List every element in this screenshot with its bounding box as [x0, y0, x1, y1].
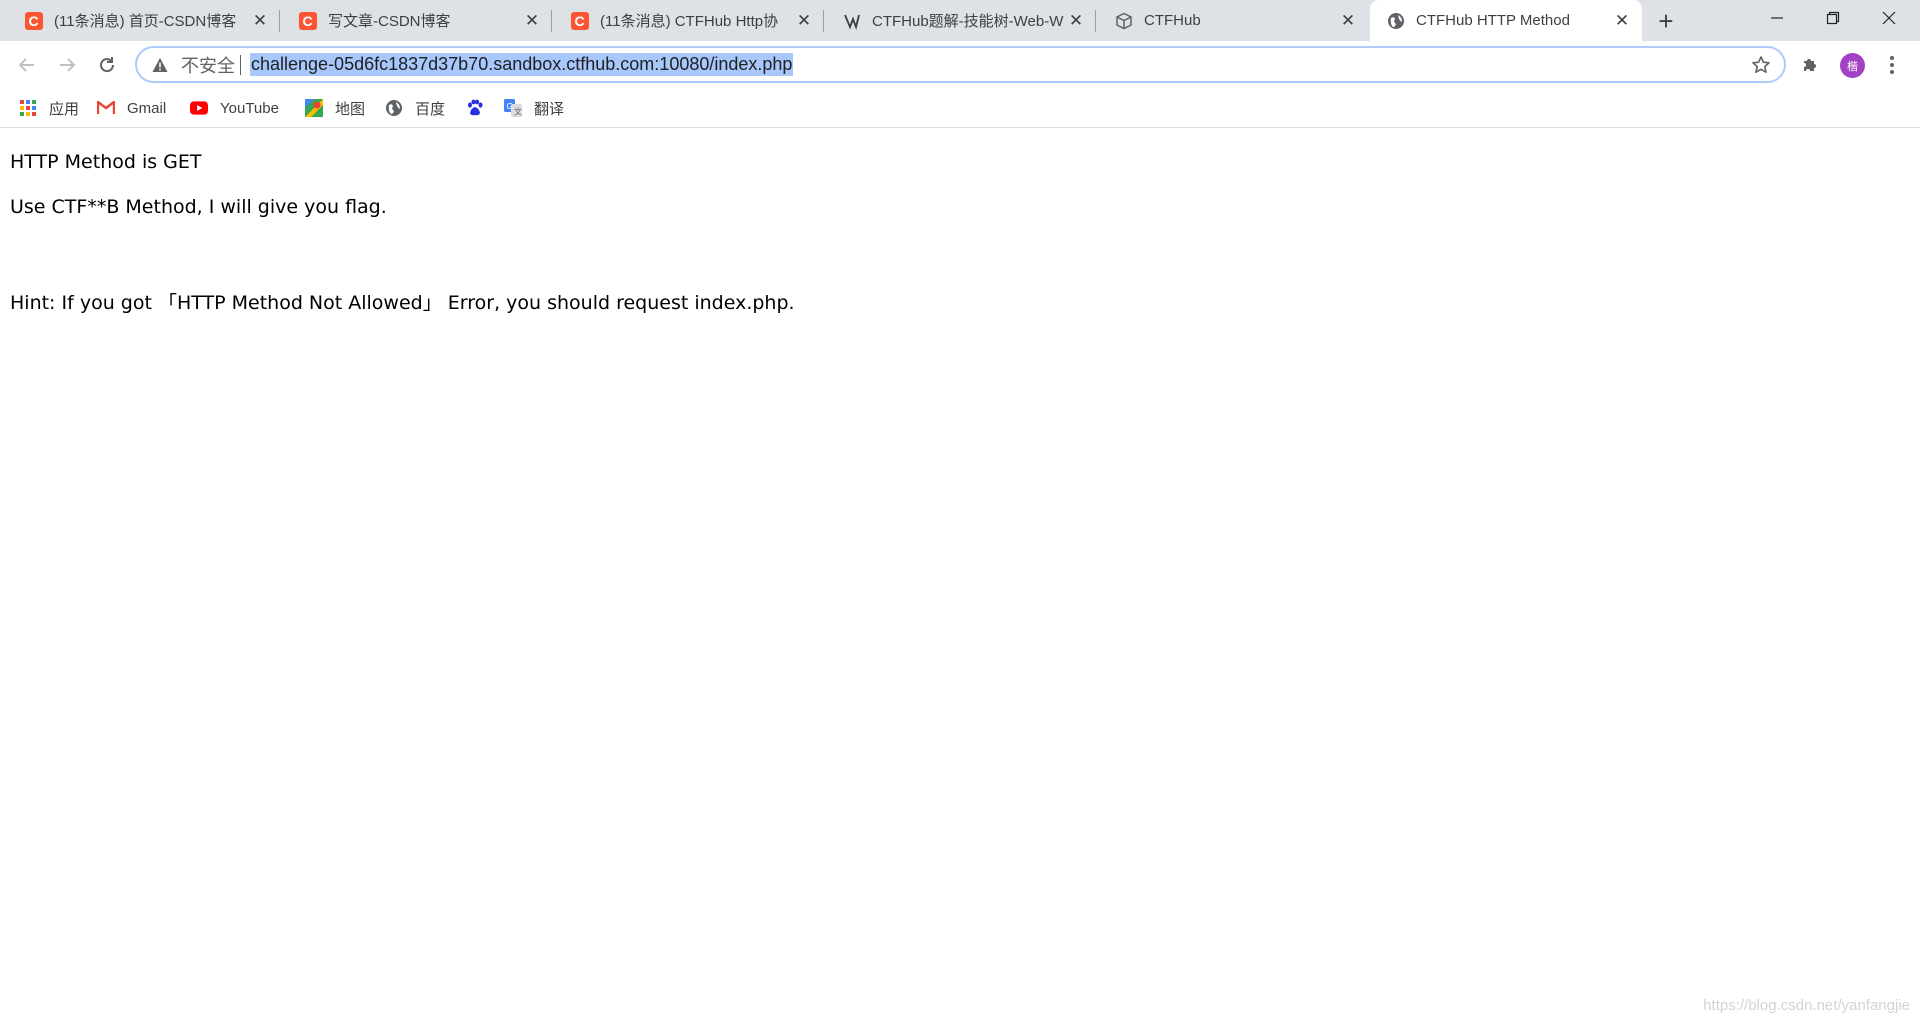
kebab-menu-icon — [1890, 56, 1894, 74]
reload-button[interactable] — [91, 49, 123, 81]
csdn-icon: C — [570, 11, 589, 30]
svg-text:文: 文 — [514, 107, 522, 117]
tab-csdn-write[interactable]: C 写文章-CSDN博客 ✕ — [280, 0, 552, 41]
close-icon[interactable]: ✕ — [1612, 11, 1632, 31]
forward-button[interactable] — [51, 49, 83, 81]
tab-ctfhub-http-method[interactable]: CTFHub HTTP Method ✕ — [1370, 0, 1642, 41]
tab-title: CTFHub题解-技能树-Web-W — [872, 13, 1064, 30]
bookmarks-bar: 应用 Gmail YouTube 地图 百度 G文 翻译 — [0, 89, 1920, 128]
watermark: https://blog.csdn.net/yanfangjie — [1703, 997, 1910, 1014]
instruction-text: Use CTF**B Method, I will give you flag. — [10, 196, 387, 218]
bookmark-label: 翻译 — [534, 100, 565, 118]
http-method-text: HTTP Method is GET — [10, 151, 202, 173]
warning-icon[interactable] — [151, 56, 169, 74]
back-button[interactable] — [11, 49, 43, 81]
tab-title: 写文章-CSDN博客 — [328, 13, 451, 30]
restore-button[interactable] — [1805, 0, 1861, 36]
hint-text: Hint: If you got 「HTTP Method Not Allowe… — [10, 292, 795, 314]
close-icon[interactable]: ✕ — [522, 11, 542, 31]
tab-csdn-home[interactable]: C (11条消息) 首页-CSDN博客 ✕ — [0, 0, 280, 41]
restore-icon — [1826, 11, 1840, 25]
csdn-icon: C — [298, 11, 317, 30]
baidu-paw-icon — [466, 99, 484, 117]
translate-icon: G文 — [504, 99, 522, 117]
tab-title: (11条消息) CTFHub Http协 — [600, 13, 779, 30]
tab-ctfhub[interactable]: CTFHub ✕ — [1096, 0, 1368, 41]
svg-text:G: G — [507, 102, 513, 111]
extensions-puzzle-icon[interactable] — [1796, 51, 1824, 79]
close-icon[interactable]: ✕ — [1338, 11, 1358, 31]
security-label[interactable]: 不安全 — [181, 52, 235, 78]
bookmark-translate[interactable]: G文 翻译 — [504, 97, 564, 119]
bookmark-youtube[interactable]: YouTube — [190, 97, 279, 119]
tab-title: CTFHub HTTP Method — [1416, 12, 1570, 29]
tab-csdn-ctfhub[interactable]: C (11条消息) CTFHub Http协 ✕ — [552, 0, 824, 41]
gmail-icon — [97, 99, 115, 117]
arrow-right-icon — [60, 58, 76, 72]
close-icon[interactable]: ✕ — [250, 11, 270, 31]
new-tab-button[interactable]: + — [1652, 6, 1680, 36]
bookmark-label: 地图 — [335, 100, 366, 118]
arrow-left-icon — [18, 58, 34, 72]
bookmark-gmail[interactable]: Gmail — [97, 97, 166, 119]
globe-icon — [385, 99, 403, 117]
bookmark-label: Gmail — [127, 99, 167, 117]
youtube-icon — [190, 99, 208, 117]
bookmark-label: YouTube — [220, 99, 279, 117]
tab-strip: C (11条消息) 首页-CSDN博客 ✕ C 写文章-CSDN博客 ✕ C (… — [0, 0, 1920, 41]
bookmark-label: 百度 — [415, 100, 446, 118]
more-menu-button[interactable] — [1880, 51, 1904, 79]
bookmark-apps[interactable]: 应用 — [19, 97, 79, 119]
browser-toolbar: 不安全 challenge-05d6fc1837d37b70.sandbox.c… — [0, 41, 1920, 89]
bookmark-baidu[interactable]: 百度 — [385, 97, 445, 119]
tab-ctfhub-writeup[interactable]: CTFHub题解-技能树-Web-W ✕ — [824, 0, 1096, 41]
ctfhub-writeup-icon — [842, 11, 861, 30]
bookmark-baidu-paw[interactable] — [466, 97, 484, 119]
globe-icon — [1386, 11, 1405, 30]
maps-icon — [305, 99, 323, 117]
url-text[interactable]: challenge-05d6fc1837d37b70.sandbox.ctfhu… — [250, 53, 794, 76]
minimize-button[interactable] — [1749, 0, 1805, 36]
address-divider — [240, 54, 241, 75]
bookmark-star-icon[interactable] — [1750, 54, 1772, 76]
minimize-icon — [1771, 17, 1783, 19]
csdn-icon: C — [24, 11, 43, 30]
close-icon — [1882, 11, 1896, 25]
bookmark-label: 应用 — [49, 100, 80, 118]
tab-title: (11条消息) 首页-CSDN博客 — [54, 13, 237, 30]
bookmark-maps[interactable]: 地图 — [305, 97, 365, 119]
close-icon[interactable]: ✕ — [1066, 11, 1086, 31]
ctfhub-cube-icon — [1114, 11, 1133, 30]
page-content: HTTP Method is GET Use CTF**B Method, I … — [0, 129, 1920, 1030]
close-window-button[interactable] — [1861, 0, 1917, 36]
apps-grid-icon — [19, 99, 37, 117]
tab-title: CTFHub — [1144, 12, 1201, 29]
close-icon[interactable]: ✕ — [794, 11, 814, 31]
profile-avatar[interactable]: 楷 — [1840, 53, 1865, 78]
address-bar[interactable]: 不安全 challenge-05d6fc1837d37b70.sandbox.c… — [135, 46, 1786, 83]
reload-icon — [100, 57, 115, 73]
